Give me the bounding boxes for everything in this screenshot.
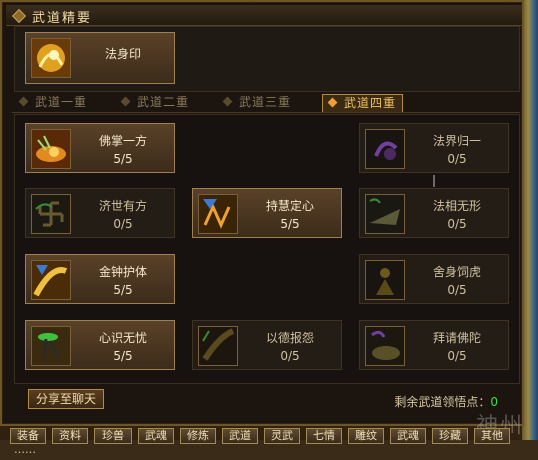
skill-name: 持慧定心: [265, 199, 314, 213]
skill-level: 0/5: [447, 217, 467, 231]
skill-node[interactable]: 心识无忧 5/5: [25, 320, 175, 370]
monk-figure-icon: [365, 260, 405, 300]
swastika-icon: [31, 194, 71, 234]
tab-tier-1[interactable]: 武道一重: [18, 94, 88, 111]
points-label: 剩余武道领悟点：: [394, 395, 491, 409]
skill-node[interactable]: 法界归一 0/5: [359, 123, 509, 173]
skill-name: 佛掌一方: [98, 134, 147, 148]
skill-level: 5/5: [113, 349, 133, 363]
menu-button[interactable]: 珍兽: [94, 428, 132, 444]
skill-level: 0/5: [447, 152, 467, 166]
menu-button[interactable]: 武道: [222, 428, 258, 444]
tab-diamond-icon: [222, 96, 233, 107]
skill-level: 0/5: [447, 349, 467, 363]
skill-level: 0/5: [113, 217, 133, 231]
skill-name: 济世有方: [98, 199, 147, 213]
tab-diamond-icon: [327, 97, 338, 108]
skill-node[interactable]: 舍身饲虎 0/5: [359, 254, 509, 304]
points-value: 0: [490, 395, 498, 409]
skill-name: 拜请佛陀: [432, 331, 481, 345]
tab-label: 武道三重: [239, 95, 292, 109]
skill-node[interactable]: 持慧定心 5/5: [192, 188, 342, 238]
shield-rune-icon: [198, 194, 238, 234]
skill-node[interactable]: 金钟护体 5/5: [25, 254, 175, 304]
menu-button[interactable]: 武魂: [390, 428, 426, 444]
menu-button[interactable]: 其他: [474, 428, 510, 444]
skill-name: 金钟护体: [98, 265, 147, 279]
skill-name: 法身印: [104, 47, 141, 61]
tab-label: 武道一重: [35, 95, 88, 109]
mind-staff-icon: [31, 326, 71, 366]
bottom-menu-bar: 装备 资料 珍兽 武魂 修炼 武道 灵武 七情 雕纹 武魂 珍藏 其他: [8, 426, 522, 446]
menu-button[interactable]: 灵武: [264, 428, 300, 444]
skill-name: 舍身饲虎: [432, 265, 481, 279]
martial-arts-panel: 武道精要 法身印 武道一重 武道二重 武道三重 武道四重 佛掌一方 5/5 法界…: [0, 0, 524, 426]
lotus-buddha-icon: [365, 326, 405, 366]
golden-bell-icon: [31, 260, 71, 300]
tab-tier-3[interactable]: 武道三重: [222, 94, 292, 111]
dark-light-icon: [198, 326, 238, 366]
skill-node[interactable]: 以德报怨 0/5: [192, 320, 342, 370]
purple-swirl-icon: [365, 129, 405, 169]
share-to-chat-button[interactable]: 分享至聊天: [28, 389, 104, 409]
skill-level: 5/5: [113, 152, 133, 166]
tab-label: 武道四重: [344, 96, 397, 110]
skill-name: 心识无忧: [98, 331, 147, 345]
skill-node[interactable]: 济世有方 0/5: [25, 188, 175, 238]
skill-node[interactable]: 法相无形 0/5: [359, 188, 509, 238]
menu-button[interactable]: 修炼: [180, 428, 216, 444]
menu-button[interactable]: 武魂: [138, 428, 174, 444]
title-diamond-icon: [11, 8, 27, 24]
top-skill-area: 法身印: [14, 26, 520, 92]
wing-buddha-icon: [365, 194, 405, 234]
skill-grid: 佛掌一方 5/5 法界归一 0/5 济世有方 0/5 持慧定心 5/5 法相无形…: [14, 114, 520, 384]
skill-node[interactable]: 佛掌一方 5/5: [25, 123, 175, 173]
skill-name: 以德报怨: [265, 331, 314, 345]
menu-button[interactable]: 资料: [52, 428, 88, 444]
skill-node[interactable]: 拜请佛陀 0/5: [359, 320, 509, 370]
skill-level: 0/5: [447, 283, 467, 297]
menu-button[interactable]: 装备: [10, 428, 46, 444]
skill-node-fashenyin[interactable]: 法身印: [25, 32, 175, 84]
menu-button[interactable]: 雕纹: [348, 428, 384, 444]
skill-name: 法界归一: [432, 134, 481, 148]
skill-level: 5/5: [280, 217, 300, 231]
game-world-edge: [522, 0, 538, 460]
tab-tier-2[interactable]: 武道二重: [120, 94, 190, 111]
panel-title: 武道精要: [32, 11, 93, 26]
menu-button[interactable]: 珍藏: [432, 428, 468, 444]
tab-label: 武道二重: [137, 95, 190, 109]
tab-diamond-icon: [18, 96, 29, 107]
flame-palm-icon: [31, 129, 71, 169]
menu-button[interactable]: 七情: [306, 428, 342, 444]
golden-hand-icon: [31, 38, 71, 78]
tier-tabs: 武道一重 武道二重 武道三重 武道四重: [12, 94, 520, 113]
connector-line: [433, 175, 435, 187]
skill-level: 0/5: [280, 349, 300, 363]
skill-name: 法相无形: [432, 199, 481, 213]
skill-level: 5/5: [113, 283, 133, 297]
title-bar[interactable]: 武道精要: [6, 5, 522, 26]
tab-diamond-icon: [120, 96, 131, 107]
tab-tier-4[interactable]: 武道四重: [322, 94, 404, 112]
